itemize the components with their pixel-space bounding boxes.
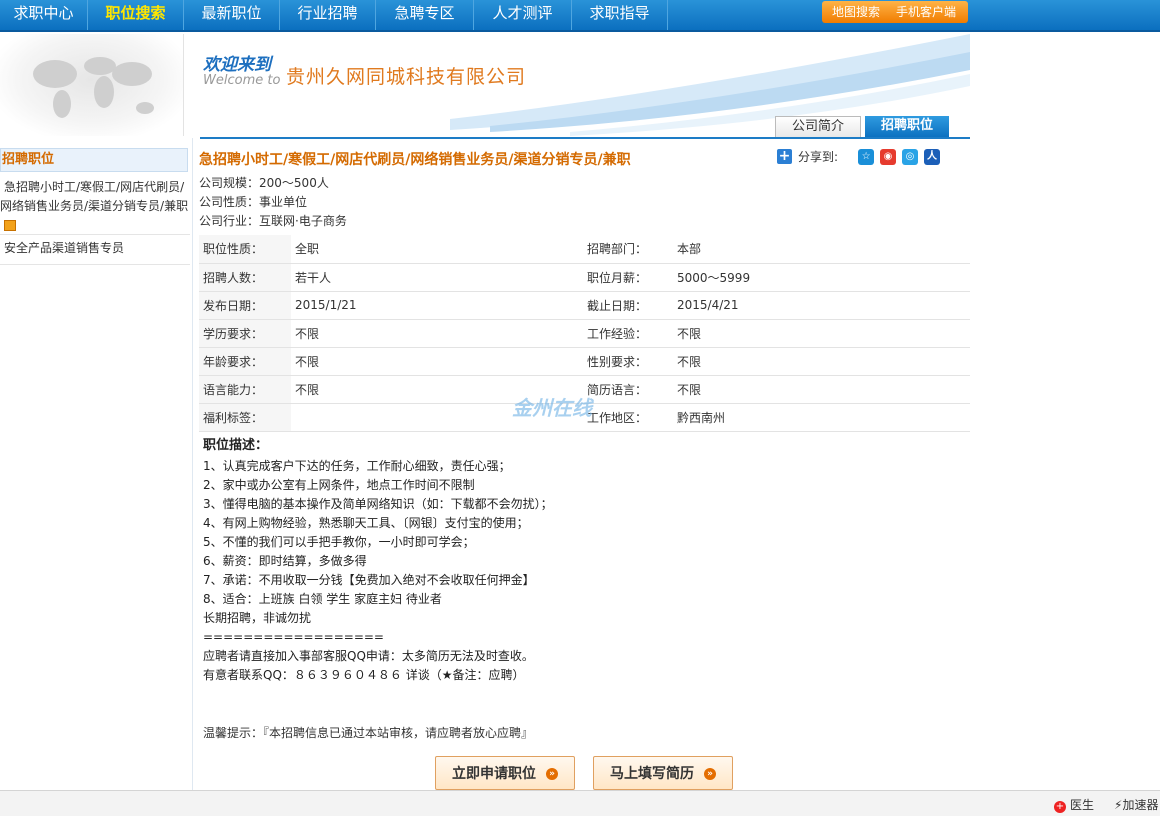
description-line: 6、薪资：即时结算，多做多得 <box>203 554 367 568</box>
detail-row: 招聘人数： 若干人 职位月薪： 5000～5999 <box>199 263 970 292</box>
share-label: 分享到: <box>798 150 839 164</box>
doctor-tool[interactable]: + 医生 <box>1054 796 1094 813</box>
detail-row: 学历要求： 不限 工作经验： 不限 <box>199 319 970 348</box>
detail-value: 若干人 <box>291 263 583 292</box>
detail-value: 2015/4/21 <box>673 291 970 320</box>
description-line: 2、家中或办公室有上网条件，地点工作时间不限制 <box>203 478 475 492</box>
speed-tool[interactable]: ⚡加速器 <box>1114 796 1158 813</box>
description-line: 有意者联系QQ：８６３９６０４８６ 详谈（★备注：应聘） <box>203 668 525 682</box>
tab-company-intro[interactable]: 公司简介 <box>775 116 861 138</box>
nav-item-job-center[interactable]: 求职中心 <box>0 0 88 30</box>
world-map-graphic <box>0 34 184 136</box>
detail-label: 学历要求： <box>199 319 291 348</box>
detail-value: 本部 <box>673 235 970 264</box>
apply-job-button[interactable]: 立即申请职位» <box>435 756 575 790</box>
company-industry: 公司行业：互联网·电子商务 <box>199 214 347 228</box>
job-title: 急招聘小时工/寒假工/网店代刷员/网络销售业务员/渠道分销专员/兼职 <box>199 152 631 168</box>
welcome-text-cn: 欢迎来到 <box>203 55 271 75</box>
detail-label: 职位月薪： <box>583 263 673 292</box>
detail-row: 发布日期： 2015/1/21 截止日期： 2015/4/21 <box>199 291 970 320</box>
detail-value: 5000～5999 <box>673 263 970 292</box>
description-line: ================== <box>203 630 384 644</box>
mobile-client-link[interactable]: 手机客户端 <box>896 1 956 23</box>
qzone-share-icon[interactable]: ☆ <box>858 148 875 165</box>
nav-item-assessment[interactable]: 人才测评 <box>474 0 572 30</box>
map-search-link[interactable]: 地图搜索 <box>832 1 880 23</box>
detail-label: 职位性质： <box>199 235 291 264</box>
detail-label: 语言能力： <box>199 375 291 404</box>
detail-value: 黔西南州 <box>673 403 970 432</box>
sidebar: 招聘职位 急招聘小时工/寒假工/网店代刷员/网络销售业务员/渠道分销专员/兼职 … <box>0 138 193 790</box>
browser-status-bar: + 医生 ⚡加速器 <box>0 790 1160 816</box>
job-description-title: 职位描述： <box>203 438 269 453</box>
tencent-weibo-share-icon[interactable]: ◎ <box>902 148 919 165</box>
detail-label: 性别要求： <box>583 347 673 376</box>
weibo-share-icon[interactable]: ◉ <box>880 148 897 165</box>
description-line: 7、承诺：不用收取一分钱【免费加入绝对不会收取任何押金】 <box>203 573 535 587</box>
sidebar-job-item[interactable]: 急招聘小时工/寒假工/网店代刷员/网络销售业务员/渠道分销专员/兼职 <box>0 178 190 235</box>
detail-label: 招聘人数： <box>199 263 291 292</box>
sidebar-job-item[interactable]: 安全产品渠道销售专员 <box>0 239 190 265</box>
new-badge-icon <box>4 220 16 231</box>
nav-item-latest-jobs[interactable]: 最新职位 <box>184 0 280 30</box>
detail-label: 福利标签： <box>199 403 291 432</box>
share-plus-icon[interactable]: + <box>777 149 792 164</box>
share-bar: + 分享到: ☆ ◉ ◎ 人 <box>777 148 941 165</box>
medical-cross-icon: + <box>1054 801 1066 813</box>
detail-row: 年龄要求： 不限 性别要求： 不限 <box>199 347 970 376</box>
nav-item-job-search[interactable]: 职位搜索 <box>88 0 184 30</box>
review-tip: 温馨提示：『本招聘信息已通过本站审核，请应聘者放心应聘』 <box>203 726 534 740</box>
tab-job-listings[interactable]: 招聘职位 <box>865 116 949 138</box>
detail-label: 年龄要求： <box>199 347 291 376</box>
nav-item-guidance[interactable]: 求职指导 <box>572 0 668 30</box>
detail-label: 截止日期： <box>583 291 673 320</box>
description-line: 5、不懂的我们可以手把手教你，一小时即可学会； <box>203 535 475 549</box>
detail-label: 工作经验： <box>583 319 673 348</box>
detail-value: 2015/1/21 <box>291 291 583 320</box>
description-line: 应聘者请直接加入事部客服QQ申请：太多简历无法及时查收。 <box>203 649 534 663</box>
sidebar-heading: 招聘职位 <box>0 148 188 172</box>
job-description: 职位描述： 1、认真完成客户下达的任务，工作耐心细致，责任心强； 2、家中或办公室… <box>203 436 963 685</box>
detail-value: 不限 <box>291 319 583 348</box>
world-map-icon <box>33 57 154 118</box>
detail-value: 全职 <box>291 235 583 264</box>
detail-label: 发布日期： <box>199 291 291 320</box>
detail-value: 不限 <box>673 319 970 348</box>
description-line: 1、认真完成客户下达的任务，工作耐心细致，责任心强； <box>203 459 511 473</box>
detail-value: 不限 <box>673 347 970 376</box>
description-line: 长期招聘，非诚勿扰 <box>203 611 312 625</box>
detail-value: 不限 <box>673 375 970 404</box>
nav-right-links: 地图搜索 手机客户端 <box>822 1 968 23</box>
detail-label: 简历语言： <box>583 375 673 404</box>
company-type: 公司性质：事业单位 <box>199 195 308 209</box>
description-line: 3、懂得电脑的基本操作及简单网络知识（如：下载都不会勿扰）； <box>203 497 553 511</box>
company-scale: 公司规模：200～500人 <box>199 176 329 190</box>
sidebar-job-label[interactable]: 急招聘小时工/寒假工/网店代刷员/网络销售业务员/渠道分销专员/兼职 <box>0 180 188 213</box>
detail-row: 职位性质： 全职 招聘部门： 本部 <box>199 235 970 264</box>
nav-item-urgent[interactable]: 急聘专区 <box>376 0 474 30</box>
detail-value: 不限 <box>291 347 583 376</box>
arrow-right-icon: » <box>704 768 716 780</box>
fill-resume-button[interactable]: 马上填写简历» <box>593 756 733 790</box>
tab-divider <box>200 137 970 139</box>
arrow-right-icon: » <box>546 768 558 780</box>
welcome-text-en: Welcome to <box>203 73 281 88</box>
detail-label: 工作地区： <box>583 403 673 432</box>
nav-item-industry[interactable]: 行业招聘 <box>280 0 376 30</box>
renren-share-icon[interactable]: 人 <box>924 148 941 165</box>
top-nav: 求职中心 职位搜索 最新职位 行业招聘 急聘专区 人才测评 求职指导 地图搜索 … <box>0 0 1160 32</box>
detail-label: 招聘部门： <box>583 235 673 264</box>
description-line: 4、有网上购物经验，熟悉聊天工具、〔网银〕支付宝的使用； <box>203 516 529 530</box>
site-watermark: 金州在线 <box>512 396 592 420</box>
description-line: 8、适合：上班族 白领 学生 家庭主妇 待业者 <box>203 592 442 606</box>
sidebar-job-label[interactable]: 安全产品渠道销售专员 <box>4 241 124 255</box>
